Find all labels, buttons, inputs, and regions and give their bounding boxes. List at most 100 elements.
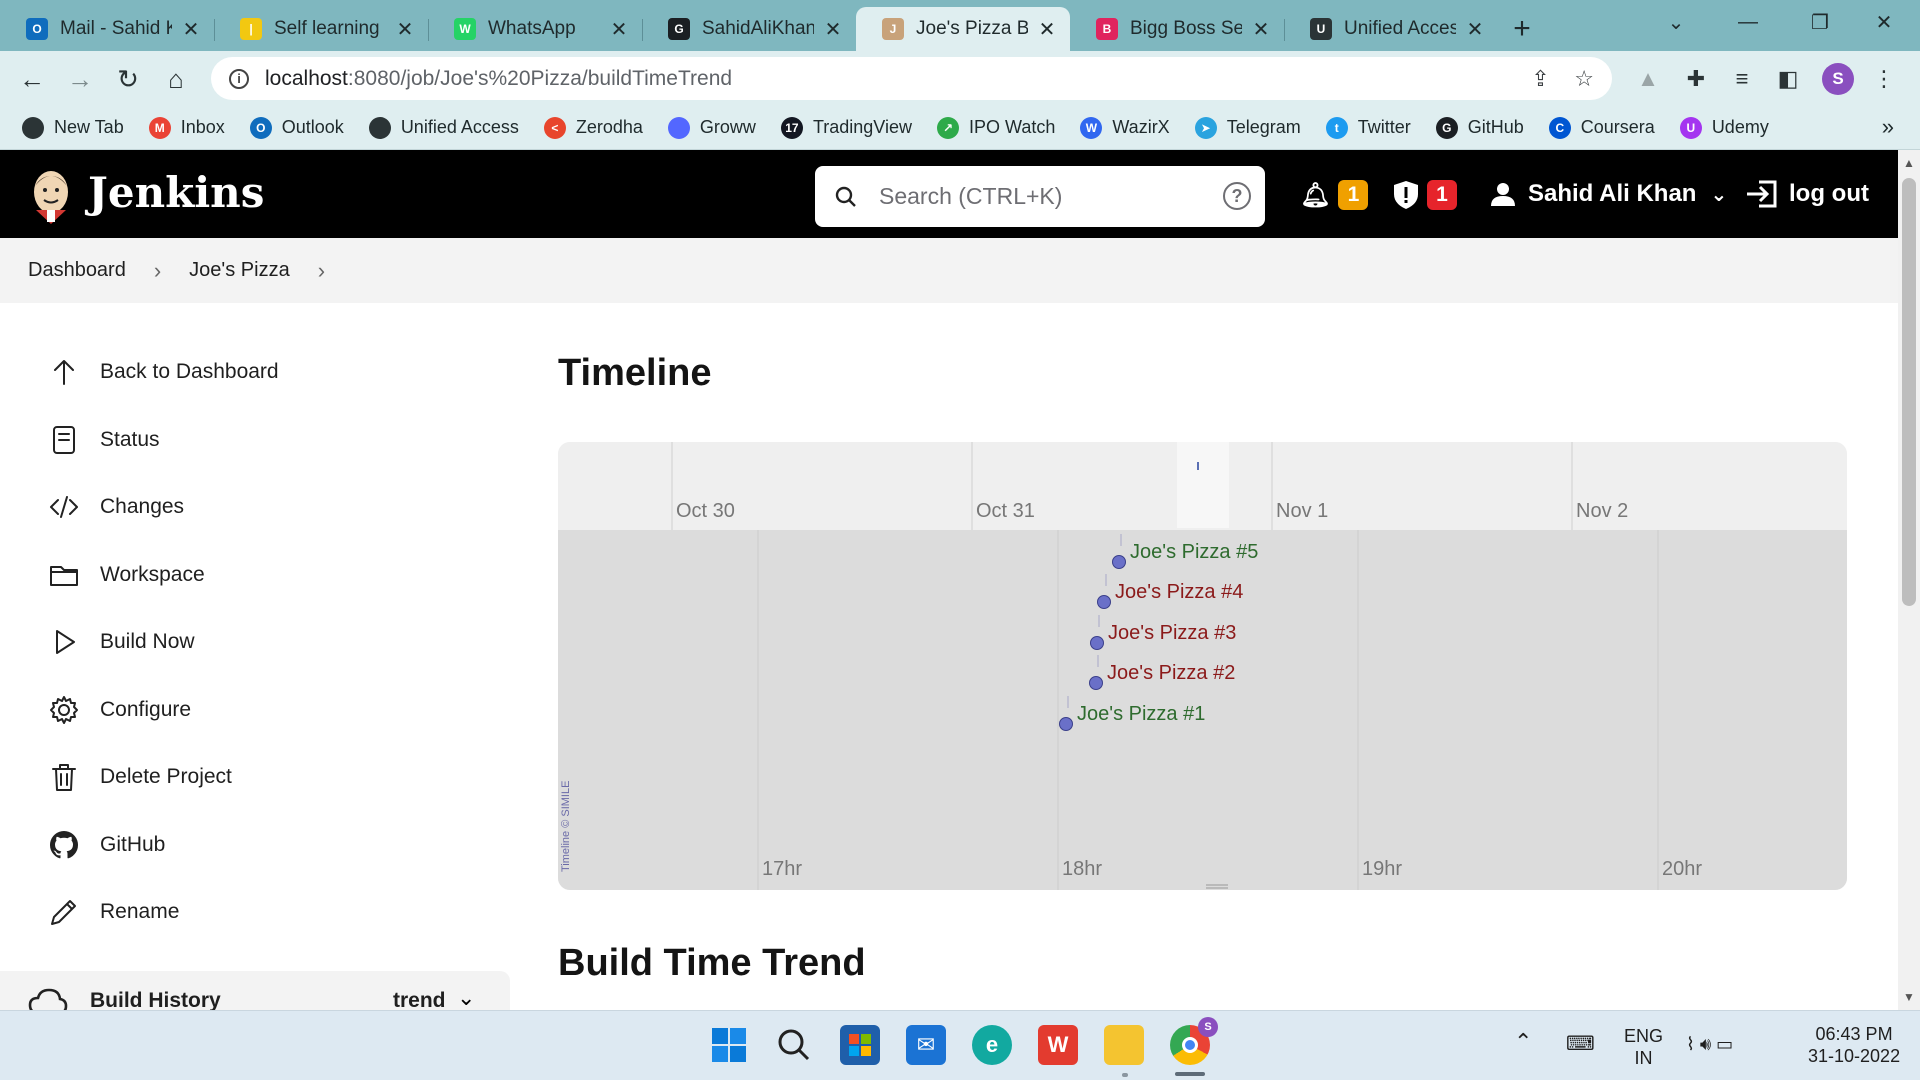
breadcrumb-dashboard[interactable]: Dashboard <box>28 259 126 282</box>
bookmark-item[interactable]: G GitHub <box>1435 116 1524 139</box>
chrome-icon[interactable]: S <box>1170 1017 1218 1065</box>
bookmark-item[interactable]: < Zerodha <box>543 116 643 139</box>
extension-triangle-icon[interactable]: ▲ <box>1632 63 1664 95</box>
sidebar-item-github[interactable]: GitHub <box>48 825 165 865</box>
chevron-right-icon[interactable]: › <box>318 258 325 284</box>
close-tab-icon[interactable]: ✕ <box>394 17 416 42</box>
address-bar[interactable]: i localhost:8080/job/Joe's%20Pizza/build… <box>211 57 1612 100</box>
tab-search-icon[interactable]: ⌄ <box>1640 0 1712 44</box>
share-icon[interactable]: ⇪ <box>1531 66 1549 91</box>
build-event-marker[interactable] <box>1059 717 1073 731</box>
back-icon[interactable]: ← <box>14 61 50 97</box>
chevron-down-icon[interactable]: ⌄ <box>457 985 475 1011</box>
browser-tab[interactable]: | Self learning ✕ <box>214 7 428 51</box>
browser-tab[interactable]: W WhatsApp ✕ <box>428 7 642 51</box>
side-panel-icon[interactable]: ◧ <box>1772 63 1804 95</box>
close-window-icon[interactable]: ✕ <box>1848 0 1920 44</box>
sidebar-item-build-now[interactable]: Build Now <box>48 622 195 662</box>
build-event-marker[interactable] <box>1089 676 1103 690</box>
restore-window-icon[interactable]: ❐ <box>1784 0 1856 44</box>
bookmark-item[interactable]: t Twitter <box>1325 116 1411 139</box>
search-help-icon[interactable]: ? <box>1223 182 1251 210</box>
bookmark-item[interactable]: W WazirX <box>1080 116 1170 139</box>
tray-overflow-chevron-icon[interactable]: ⌃ <box>1514 1031 1532 1053</box>
bookmark-item[interactable]: O Outlook <box>249 116 344 139</box>
build-event-marker[interactable] <box>1112 555 1126 569</box>
bookmark-item[interactable]: New Tab <box>22 116 124 139</box>
scroll-up-icon[interactable]: ▲ <box>1903 156 1915 170</box>
scrollbar-thumb[interactable] <box>1902 178 1916 606</box>
bookmarks-overflow-icon[interactable]: » <box>1882 114 1894 140</box>
extensions-puzzle-icon[interactable]: ✚ <box>1680 63 1712 95</box>
build-event-label[interactable]: Joe's Pizza #5 <box>1130 541 1258 564</box>
browser-tab[interactable]: O Mail - Sahid Kh ✕ <box>0 7 214 51</box>
bookmark-item[interactable]: C Coursera <box>1548 116 1655 139</box>
close-tab-icon[interactable]: ✕ <box>1464 17 1486 42</box>
minimize-window-icon[interactable]: — <box>1712 0 1784 44</box>
jenkins-title[interactable]: Jenkins <box>88 168 264 217</box>
bookmark-item[interactable]: Groww <box>667 116 756 139</box>
site-info-icon[interactable]: i <box>229 68 249 89</box>
bookmark-item[interactable]: 17 TradingView <box>780 116 912 139</box>
microsoft-store-icon[interactable] <box>840 1025 880 1065</box>
bookmark-item[interactable]: ➤ Telegram <box>1194 116 1301 139</box>
build-event-label[interactable]: Joe's Pizza #3 <box>1108 622 1236 645</box>
breadcrumb-project[interactable]: Joe's Pizza <box>189 259 290 282</box>
windows-start-icon[interactable] <box>709 1025 749 1065</box>
sidebar-item-configure[interactable]: Configure <box>48 690 191 730</box>
browser-tab[interactable]: G SahidAliKhan/J ✕ <box>642 7 856 51</box>
sidebar-item-status[interactable]: Status <box>48 420 160 460</box>
jenkins-logo-icon[interactable] <box>28 166 74 224</box>
notifications-button[interactable]: 🔔︎ 1 <box>1300 180 1369 210</box>
build-event-label[interactable]: Joe's Pizza #4 <box>1115 581 1243 604</box>
browser-menu-icon[interactable]: ⋮ <box>1868 63 1900 95</box>
scroll-down-icon[interactable]: ▼ <box>1903 990 1915 1004</box>
timeline-widget[interactable]: Timeline © SIMILE Oct 30 Oct 31 Nov 1 Nov 2… <box>558 442 1847 890</box>
wps-office-icon[interactable]: W <box>1038 1025 1078 1065</box>
close-tab-icon[interactable]: ✕ <box>822 17 844 42</box>
build-event-label[interactable]: Joe's Pizza #1 <box>1077 703 1205 726</box>
jenkins-search-box[interactable]: Search (CTRL+K) ? <box>815 166 1265 227</box>
sidebar-item-back-to-dashboard[interactable]: Back to Dashboard <box>48 352 279 392</box>
logout-button[interactable]: log out <box>1745 180 1869 208</box>
sidebar-item-rename[interactable]: Rename <box>48 892 179 932</box>
keyboard-icon[interactable]: ⌨ <box>1566 1033 1595 1055</box>
browser-tab-label: Unified Access <box>1344 18 1456 39</box>
forward-icon[interactable]: → <box>62 61 98 97</box>
close-tab-icon[interactable]: ✕ <box>180 17 202 42</box>
media-control-icon[interactable]: ≡ <box>1726 63 1758 95</box>
browser-tab[interactable]: J Joe's Pizza Buil ✕ <box>856 7 1070 51</box>
home-icon[interactable]: ⌂ <box>158 61 194 97</box>
input-language[interactable]: ENG IN <box>1624 1025 1663 1069</box>
close-tab-icon[interactable]: ✕ <box>608 17 630 42</box>
new-tab-button[interactable]: + <box>1498 7 1546 51</box>
tray-status-icons[interactable]: ⌇ 🔊︎ ▭ <box>1686 1033 1733 1055</box>
close-tab-icon[interactable]: ✕ <box>1250 17 1272 42</box>
user-menu[interactable]: Sahid Ali Khan ⌄ <box>1490 180 1727 208</box>
bookmark-item[interactable]: M Inbox <box>148 116 225 139</box>
build-event-marker[interactable] <box>1090 636 1104 650</box>
search-icon[interactable] <box>774 1025 814 1065</box>
sidebar-item-delete-project[interactable]: Delete Project <box>48 757 232 797</box>
clock[interactable]: 06:43 PM 31-10-2022 <box>1808 1023 1900 1067</box>
sidebar-item-changes[interactable]: Changes <box>48 487 184 527</box>
profile-avatar[interactable]: S <box>1822 63 1854 95</box>
sidebar-item-workspace[interactable]: Workspace <box>48 555 205 595</box>
bookmark-item[interactable]: Unified Access <box>368 116 519 139</box>
page-scrollbar[interactable]: ▲ ▼ <box>1898 150 1920 1010</box>
file-explorer-icon[interactable] <box>1104 1025 1144 1065</box>
browser-tab[interactable]: U Unified Access ✕ <box>1284 7 1498 51</box>
sidebar-item-label: Rename <box>100 900 180 923</box>
hour-tick-label: 18hr <box>1062 858 1103 880</box>
security-button[interactable]: 1 <box>1393 180 1457 210</box>
build-event-marker[interactable] <box>1097 595 1111 609</box>
mail-icon[interactable]: ✉ <box>906 1025 946 1065</box>
bookmark-star-icon[interactable]: ☆ <box>1574 66 1594 91</box>
close-tab-icon[interactable]: ✕ <box>1036 17 1058 42</box>
bookmark-item[interactable]: U Udemy <box>1679 116 1769 139</box>
build-event-label[interactable]: Joe's Pizza #2 <box>1107 662 1235 685</box>
browser-tab[interactable]: B Bigg Boss Seas ✕ <box>1070 7 1284 51</box>
reload-icon[interactable]: ↻ <box>110 61 146 97</box>
bookmark-item[interactable]: ↗ IPO Watch <box>937 116 1055 139</box>
edge-icon[interactable]: e <box>972 1025 1012 1065</box>
